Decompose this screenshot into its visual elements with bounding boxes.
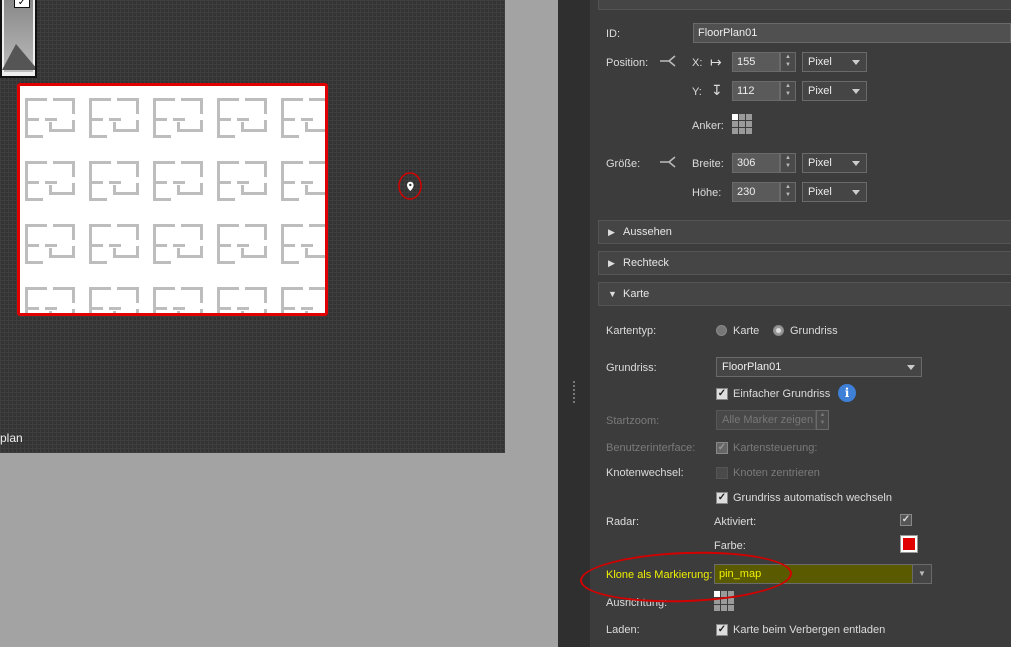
- y-unit-select[interactable]: Pixel: [802, 81, 867, 101]
- radar-label: Radar:: [606, 516, 640, 528]
- y-stepper[interactable]: ▲ ▼: [780, 81, 796, 101]
- floorplan-room: [153, 161, 203, 201]
- properties-panel: ID: FloorPlan01 Position: X: ↦ 155 ▲ ▼ Pi…: [590, 0, 1011, 647]
- floorplan-select[interactable]: FloorPlan01: [716, 357, 922, 377]
- height-unit-select[interactable]: Pixel: [802, 182, 867, 202]
- canvas-element-label: plan: [0, 431, 23, 445]
- floorplan-room: [25, 287, 75, 313]
- clone-label: Klone als Markierung:: [606, 569, 713, 581]
- anchor-picker[interactable]: [732, 114, 752, 134]
- startzoom-select: Alle Marker zeigen: [716, 410, 816, 430]
- auto-switch-label: Grundriss automatisch wechseln: [733, 492, 892, 504]
- floorplan-room: [89, 224, 139, 264]
- auto-switch-checkbox[interactable]: ✓: [716, 492, 728, 504]
- clone-dropdown-button[interactable]: ▼: [912, 564, 932, 584]
- position-label: Position:: [606, 57, 649, 69]
- width-stepper[interactable]: ▲ ▼: [780, 153, 796, 173]
- height-stepper[interactable]: ▲ ▼: [780, 182, 796, 202]
- collapse-triangle-icon: ▼: [608, 289, 617, 299]
- y-axis-icon: ↧: [711, 82, 723, 98]
- width-input[interactable]: 306: [732, 153, 780, 173]
- x-label: X:: [692, 57, 703, 69]
- alignment-label: Ausrichtung:: [606, 597, 668, 609]
- radar-color-label: Farbe:: [714, 540, 746, 552]
- floorplan-room: [89, 98, 139, 138]
- width-unit-select[interactable]: Pixel: [802, 153, 867, 173]
- map-type-label: Kartentyp:: [606, 325, 657, 337]
- unload-checkbox[interactable]: ✓: [716, 624, 728, 636]
- simple-floorplan-label: Einfacher Grundriss: [733, 388, 831, 400]
- floorplan-room: [281, 287, 325, 313]
- radio-grundriss[interactable]: [773, 325, 784, 336]
- simple-floorplan-checkbox[interactable]: ✓: [716, 388, 728, 400]
- map-controls-checkbox: ✓: [716, 442, 728, 454]
- y-input[interactable]: 112: [732, 81, 780, 101]
- radar-activated-label: Aktiviert:: [714, 516, 757, 528]
- height-label: Höhe:: [692, 187, 722, 199]
- floorplan-room: [281, 98, 325, 138]
- anchor-label: Anker:: [692, 120, 724, 132]
- canvas-grid[interactable]: ✓ plan: [0, 0, 505, 453]
- center-nodes-checkbox[interactable]: [716, 467, 728, 479]
- floorplan-room: [217, 287, 267, 313]
- floorplan-room: [217, 224, 267, 264]
- splitter-grip-icon[interactable]: [573, 381, 575, 403]
- y-label: Y:: [692, 86, 702, 98]
- x-stepper[interactable]: ▲ ▼: [780, 52, 796, 72]
- section-aussehen[interactable]: ▶ Aussehen: [598, 220, 1011, 244]
- image-thumbnail[interactable]: [0, 0, 37, 78]
- map-controls-label: Kartensteuerung:: [733, 442, 818, 454]
- expand-triangle-icon: ▶: [608, 227, 615, 237]
- startzoom-label: Startzoom:: [606, 415, 660, 427]
- section-rechteck[interactable]: ▶ Rechteck: [598, 251, 1011, 275]
- floorplan-room: [281, 224, 325, 264]
- id-field[interactable]: FloorPlan01: [693, 23, 1011, 43]
- floorplan-rooms: [25, 98, 325, 313]
- floorplan-room: [153, 224, 203, 264]
- map-pin-icon[interactable]: [397, 172, 423, 200]
- x-unit-select[interactable]: Pixel: [802, 52, 867, 72]
- id-label: ID:: [606, 28, 621, 40]
- clone-input[interactable]: pin_map: [714, 564, 914, 584]
- info-icon[interactable]: i: [838, 384, 856, 402]
- size-link-icon[interactable]: [660, 155, 678, 169]
- floorplan-room: [217, 161, 267, 201]
- height-input[interactable]: 230: [732, 182, 780, 202]
- link-toggle-icon[interactable]: [660, 54, 678, 68]
- panel-splitter[interactable]: [558, 0, 590, 647]
- ui-label: Benutzerinterface:: [606, 442, 696, 454]
- x-axis-icon: ↦: [710, 54, 722, 70]
- radio-grundriss-label: Grundriss: [790, 325, 838, 337]
- section-header-top[interactable]: [598, 0, 1011, 10]
- x-input[interactable]: 155: [732, 52, 780, 72]
- floorplan-room: [25, 224, 75, 264]
- floorplan-room: [217, 98, 267, 138]
- alignment-picker[interactable]: [714, 591, 734, 611]
- floorplan-room: [25, 161, 75, 201]
- radar-activated-checkbox[interactable]: ✓: [900, 514, 912, 526]
- load-label: Laden:: [606, 624, 640, 636]
- size-label: Größe:: [606, 158, 641, 170]
- floorplan-room: [89, 287, 139, 313]
- startzoom-stepper: ▲ ▼: [816, 410, 829, 430]
- floorplan-room: [281, 161, 325, 201]
- canvas-area: ✓ plan: [0, 0, 558, 647]
- radio-karte-label: Karte: [733, 325, 760, 337]
- floorplan-room: [89, 161, 139, 201]
- floorplan-label: Grundriss:: [606, 362, 657, 374]
- section-karte[interactable]: ▼ Karte: [598, 282, 1011, 306]
- width-label: Breite:: [692, 158, 724, 170]
- expand-triangle-icon: ▶: [608, 258, 615, 268]
- unload-label: Karte beim Verbergen entladen: [733, 624, 886, 636]
- node-switch-label: Knotenwechsel:: [606, 467, 684, 479]
- floorplan-room: [25, 98, 75, 138]
- floorplan-room: [153, 98, 203, 138]
- center-nodes-label: Knoten zentrieren: [733, 467, 820, 479]
- radio-karte[interactable]: [716, 325, 727, 336]
- floorplan-room: [153, 287, 203, 313]
- radar-color-swatch[interactable]: [900, 535, 918, 553]
- floorplan-element[interactable]: [17, 83, 328, 316]
- thumbnail-check-icon[interactable]: ✓: [14, 0, 30, 8]
